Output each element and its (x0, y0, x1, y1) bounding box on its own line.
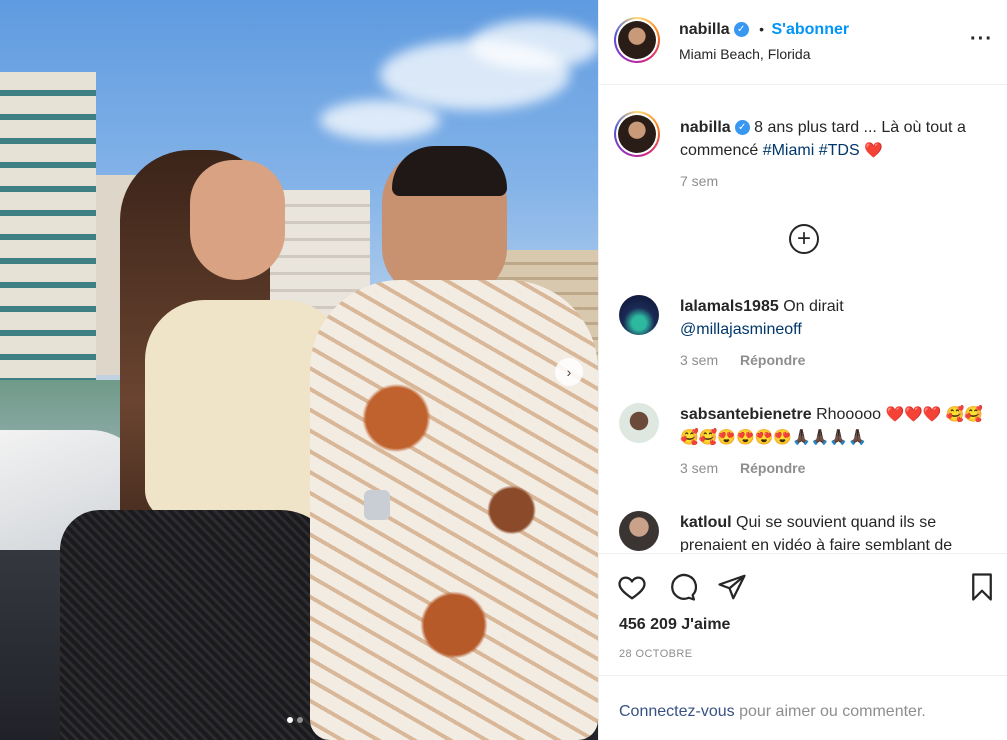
verified-badge-icon: ✓ (734, 120, 750, 136)
avatar[interactable] (619, 511, 659, 551)
comment-icon (671, 573, 698, 601)
caption-emoji: ❤️ (864, 142, 883, 159)
comment-username[interactable]: katloul (680, 514, 732, 531)
save-button[interactable] (967, 572, 997, 607)
comment-time: 3 sem (680, 352, 719, 368)
post-actions: 456 209 J'aime 28 OCTOBRE (599, 553, 1007, 675)
share-button[interactable] (717, 572, 747, 607)
carousel-indicator (287, 717, 303, 723)
separator: • (759, 21, 765, 37)
carousel-dot (297, 717, 303, 723)
comment-mention[interactable]: @millajasmineoff (680, 321, 802, 338)
building-left (0, 72, 96, 382)
load-more-comments-icon[interactable]: + (789, 224, 819, 254)
post-header: nabilla ✓ • S'abonner Miami Beach, Florid… (599, 0, 1007, 85)
post-side-panel: nabilla ✓ • S'abonner Miami Beach, Florid… (598, 0, 1007, 740)
reply-button[interactable]: Répondre (740, 460, 805, 476)
man-shirt (310, 280, 598, 740)
avatar[interactable] (614, 17, 660, 63)
man-hair (392, 146, 507, 196)
heart-icon (618, 576, 646, 600)
woman-face (190, 160, 285, 280)
follow-button[interactable]: S'abonner (772, 21, 850, 38)
cloud (470, 20, 598, 70)
comment-text: On dirait (783, 298, 844, 315)
chevron-right-icon: › (566, 364, 572, 380)
post-date[interactable]: 28 OCTOBRE (619, 648, 693, 660)
like-button[interactable] (617, 572, 647, 607)
comment-username[interactable]: lalamals1985 (680, 298, 779, 315)
comment-button[interactable] (667, 572, 698, 607)
avatar[interactable] (619, 403, 659, 443)
reply-button[interactable]: Répondre (740, 352, 805, 368)
caption-time: 7 sem (680, 173, 719, 189)
caption-username[interactable]: nabilla (680, 119, 731, 136)
avatar[interactable] (619, 295, 659, 335)
bookmark-icon (972, 573, 992, 601)
woman-pants (60, 510, 340, 740)
location-link[interactable]: Miami Beach, Florida (679, 46, 811, 62)
comment-time: 3 sem (680, 460, 719, 476)
comment-text: Rhooooo (816, 406, 882, 423)
likes-count[interactable]: 456 209 J'aime (619, 616, 730, 634)
watch (364, 490, 390, 520)
cloud (320, 100, 440, 140)
post-photo[interactable]: › (0, 0, 598, 740)
paper-plane-icon (718, 574, 746, 600)
login-link[interactable]: Connectez-vous (619, 703, 735, 720)
comments-list: nabilla ✓ 8 ans plus tard ... Là où tout … (599, 86, 1007, 552)
verified-badge-icon: ✓ (733, 22, 749, 38)
more-options-icon[interactable]: ··· (970, 28, 993, 51)
carousel-next-button[interactable]: › (555, 358, 583, 386)
carousel-dot (287, 717, 293, 723)
caption-hashtags[interactable]: #Miami #TDS (763, 142, 860, 159)
login-text: pour aimer ou commenter. (739, 703, 926, 720)
author-username[interactable]: nabilla (679, 21, 730, 38)
avatar[interactable] (614, 111, 660, 157)
comment-username[interactable]: sabsantebienetre (680, 406, 812, 423)
login-prompt: Connectez-vous pour aimer ou commenter. (599, 675, 1007, 740)
